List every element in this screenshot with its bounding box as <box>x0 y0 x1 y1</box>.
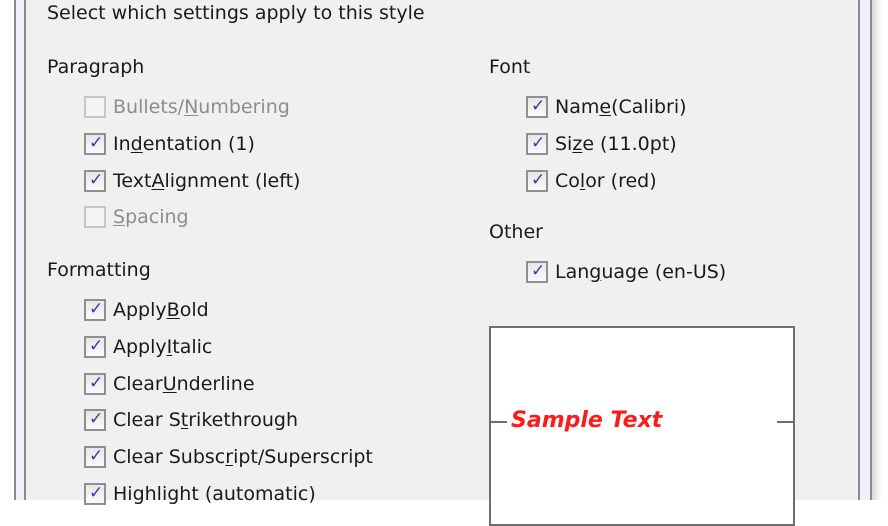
checkmark-icon: ✓ <box>531 132 546 153</box>
checkbox-checked-icon[interactable]: ✓ <box>84 132 106 155</box>
checkbox-label-mnemonic: B <box>166 299 180 321</box>
checkbox-checked-icon[interactable]: ✓ <box>526 132 548 155</box>
checkbox-label-mnemonic: r <box>225 446 234 469</box>
checkbox-label-mnemonic: g <box>589 261 602 283</box>
checkbox-other-0[interactable]: ✓ Lan g uage (en-US) <box>526 260 726 284</box>
preview-right-margin-mark <box>777 421 793 423</box>
checkbox-label: umbering <box>198 96 290 118</box>
checkbox-label: Apply <box>113 299 167 321</box>
checkbox-label-mnemonic: N <box>184 96 199 118</box>
checkbox-label: Si <box>555 132 573 155</box>
checkbox-label: rikethrough <box>188 409 299 432</box>
checkbox-label: or (red) <box>585 169 657 192</box>
window-frame-right <box>858 0 872 500</box>
checkbox-label-mnemonic: d <box>130 132 143 155</box>
checkbox-label: pacing <box>125 206 189 229</box>
checkbox-paragraph-1[interactable]: ✓ In d entation (1) <box>84 132 255 156</box>
checkbox-font-0[interactable]: ✓ Nam e (Calibri) <box>526 95 687 119</box>
checkbox-checked-icon[interactable]: ✓ <box>84 372 106 395</box>
checkbox-paragraph-0: Bullets/Numbering <box>84 95 290 119</box>
font-heading: Font <box>489 56 531 78</box>
checkbox-label: old <box>179 299 209 321</box>
checkbox-label: lignment (left) <box>164 169 301 192</box>
checkmark-icon: ✓ <box>531 96 546 116</box>
checkmark-icon: ✓ <box>89 299 104 319</box>
checkbox-label-mnemonic: z <box>572 132 583 155</box>
checkbox-label: Clear <box>113 372 163 395</box>
checkbox-label: entation (1) <box>142 132 255 155</box>
checkbox-label: nderline <box>176 372 255 395</box>
checkbox-label: Clear Subsc <box>113 446 226 469</box>
preview-left-margin-mark <box>491 421 507 423</box>
checkbox-label: Highlight (automatic) <box>113 483 316 505</box>
window-shadow <box>872 0 882 500</box>
checkbox-label: Co <box>555 169 580 192</box>
checkbox-label-mnemonic: U <box>162 372 177 395</box>
checkbox-label-mnemonic: e <box>599 96 612 118</box>
checkmark-icon: ✓ <box>89 372 104 393</box>
checkbox-label-mnemonic: A <box>151 169 165 192</box>
checkbox-font-1[interactable]: ✓ Si z e (11.0pt) <box>526 132 677 156</box>
checkbox-checked-icon[interactable]: ✓ <box>526 261 548 283</box>
checkbox-formatting-2[interactable]: ✓ Clear Underline <box>84 372 255 396</box>
checkbox-label: e (11.0pt) <box>582 132 677 155</box>
checkbox-checked-icon[interactable]: ✓ <box>84 483 106 505</box>
checkbox-label-mnemonic: S <box>113 206 126 229</box>
paragraph-heading: Paragraph <box>47 56 145 78</box>
style-preview-box: Sample Text <box>489 326 795 526</box>
checkbox-checked-icon[interactable]: ✓ <box>526 169 548 192</box>
checkbox-label: uage (en-US) <box>601 261 727 283</box>
checkbox-checked-icon[interactable]: ✓ <box>84 446 106 469</box>
checkbox-label: Apply <box>113 335 167 358</box>
checkmark-icon: ✓ <box>89 132 104 153</box>
checkmark-icon: ✓ <box>89 409 104 430</box>
checkmark-icon: ✓ <box>531 169 546 190</box>
instruction-text: Select which settings apply to this styl… <box>47 2 425 24</box>
checkbox-unchecked-icon <box>84 96 106 118</box>
checkbox-checked-icon[interactable]: ✓ <box>84 335 106 358</box>
checkmark-icon: ✓ <box>531 261 546 281</box>
checkmark-icon: ✓ <box>89 446 104 467</box>
checkbox-checked-icon[interactable]: ✓ <box>84 409 106 432</box>
checkbox-formatting-3[interactable]: ✓ Clear St rikethrough <box>84 408 298 432</box>
checkbox-label: Text <box>113 169 152 192</box>
checkbox-label: Lan <box>555 261 590 283</box>
checkbox-checked-icon[interactable]: ✓ <box>84 299 106 321</box>
checkbox-label-mnemonic: t <box>180 409 189 432</box>
other-heading: Other <box>489 221 543 243</box>
checkbox-label: (Calibri) <box>611 96 687 118</box>
preview-sample-text: Sample Text <box>511 408 663 433</box>
checkmark-icon: ✓ <box>89 169 104 190</box>
checkbox-font-2[interactable]: ✓ Co l or (red) <box>526 169 657 193</box>
checkbox-checked-icon[interactable]: ✓ <box>84 169 106 192</box>
checkbox-paragraph-3: Spacing <box>84 205 189 229</box>
checkbox-label: In <box>113 132 131 155</box>
checkbox-label: Clear S <box>113 409 181 432</box>
checkbox-formatting-0[interactable]: ✓ Apply Bold <box>84 298 209 322</box>
checkmark-icon: ✓ <box>89 335 104 356</box>
checkbox-label: ipt/Superscript <box>233 446 373 469</box>
formatting-heading: Formatting <box>47 259 151 281</box>
checkbox-unchecked-icon <box>84 206 106 229</box>
checkbox-checked-icon[interactable]: ✓ <box>526 96 548 118</box>
checkmark-icon: ✓ <box>89 483 104 503</box>
checkbox-formatting-4[interactable]: ✓ Clear Subsc r ipt/Superscript <box>84 445 373 469</box>
checkbox-formatting-5[interactable]: ✓ Highlight (automatic) <box>84 482 316 506</box>
checkbox-paragraph-2[interactable]: ✓ Text Alignment (left) <box>84 169 300 193</box>
checkbox-label: talic <box>172 335 213 358</box>
checkbox-label: Bullets/ <box>113 96 185 118</box>
checkbox-label: Nam <box>555 96 600 118</box>
window-frame-left <box>14 0 26 500</box>
checkbox-formatting-1[interactable]: ✓ Apply Italic <box>84 335 212 359</box>
